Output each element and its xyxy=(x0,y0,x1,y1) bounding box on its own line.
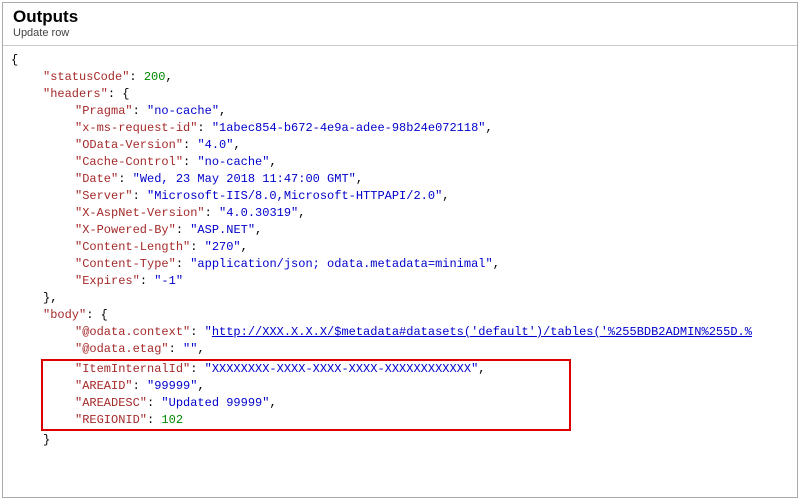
val-areaid: "99999" xyxy=(147,379,197,393)
val-odatactx-quote: " xyxy=(205,325,212,339)
val-odataver: "4.0" xyxy=(197,138,233,152)
brace-open: { xyxy=(11,53,18,67)
outputs-panel: Outputs Update row { "statusCode": 200, … xyxy=(2,2,798,498)
highlight-box: "ItemInternalId": "XXXXXXXX-XXXX-XXXX-XX… xyxy=(41,359,571,431)
val-powered: "ASP.NET" xyxy=(190,223,255,237)
brace-close: } xyxy=(43,433,50,447)
key-odataetag: "@odata.etag" xyxy=(75,342,169,356)
key-powered: "X-Powered-By" xyxy=(75,223,176,237)
brace-close: }, xyxy=(43,291,57,305)
val-odataetag: "" xyxy=(183,342,197,356)
key-xms: "x-ms-request-id" xyxy=(75,121,197,135)
val-ctype: "application/json; odata.metadata=minima… xyxy=(190,257,492,271)
json-output: { "statusCode": 200, "headers": { "Pragm… xyxy=(3,46,797,457)
val-areadesc: "Updated 99999" xyxy=(161,396,269,410)
panel-subtitle: Update row xyxy=(13,27,787,39)
brace-open: { xyxy=(101,308,108,322)
val-expires: "-1" xyxy=(154,274,183,288)
colon: : xyxy=(129,70,143,84)
brace-open: { xyxy=(122,87,129,101)
val-regionid: 102 xyxy=(161,413,183,427)
val-statuscode: 200 xyxy=(144,70,166,84)
key-aspnet: "X-AspNet-Version" xyxy=(75,206,205,220)
key-areadesc: "AREADESC" xyxy=(75,396,147,410)
val-clen: "270" xyxy=(205,240,241,254)
key-itemid: "ItemInternalId" xyxy=(75,362,190,376)
key-odataver: "OData-Version" xyxy=(75,138,183,152)
key-server: "Server" xyxy=(75,189,133,203)
key-date: "Date" xyxy=(75,172,118,186)
val-itemid: "XXXXXXXX-XXXX-XXXX-XXXX-XXXXXXXXXXXX" xyxy=(205,362,479,376)
key-odatactx: "@odata.context" xyxy=(75,325,190,339)
key-clen: "Content-Length" xyxy=(75,240,190,254)
key-pragma: "Pragma" xyxy=(75,104,133,118)
key-ctype: "Content-Type" xyxy=(75,257,176,271)
val-odatactx-link[interactable]: http://XXX.X.X.X/$metadata#datasets('def… xyxy=(212,325,752,339)
val-aspnet: "4.0.30319" xyxy=(219,206,298,220)
key-expires: "Expires" xyxy=(75,274,140,288)
val-server: "Microsoft-IIS/8.0,Microsoft-HTTPAPI/2.0… xyxy=(147,189,442,203)
key-areaid: "AREAID" xyxy=(75,379,133,393)
val-xms: "1abec854-b672-4e9a-adee-98b24e072118" xyxy=(212,121,486,135)
comma: , xyxy=(165,70,172,84)
val-date: "Wed, 23 May 2018 11:47:00 GMT" xyxy=(133,172,356,186)
key-cache: "Cache-Control" xyxy=(75,155,183,169)
val-pragma: "no-cache" xyxy=(147,104,219,118)
key-statuscode: "statusCode" xyxy=(43,70,129,84)
key-headers: "headers" xyxy=(43,87,108,101)
key-body: "body" xyxy=(43,308,86,322)
panel-header: Outputs Update row xyxy=(3,3,797,46)
colon: : xyxy=(108,87,122,101)
key-regionid: "REGIONID" xyxy=(75,413,147,427)
panel-title: Outputs xyxy=(13,7,787,27)
val-cache: "no-cache" xyxy=(197,155,269,169)
